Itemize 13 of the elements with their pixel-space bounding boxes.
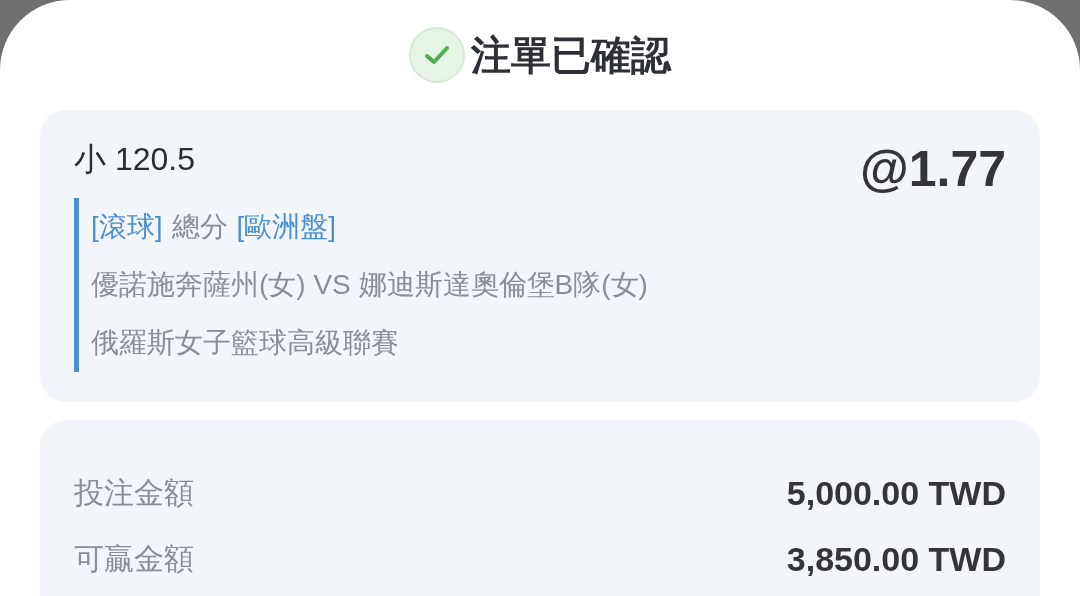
market-name: 總分 [171,210,228,244]
summary-label: 可贏金額 [74,540,194,577]
match-name: 優諾施奔薩州(女) VS 娜迪斯達奧倫堡B隊(女) [91,268,649,302]
summary-label: 投注金額 [74,474,194,511]
bet-odds: @1.77 [859,144,1006,194]
league-name: 俄羅斯女子籃球高級聯賽 [91,326,400,360]
check-icon [409,27,465,83]
market-tag: [滾球] [91,198,163,256]
market-tag: [歐洲盤] [236,198,337,256]
summary-value: 3,850.00 TWD [786,539,1006,579]
sheet-title: 注單已確認 [471,31,671,79]
bet-selection: 小 120.5 [74,140,195,179]
summary-value: 5,000.00 TWD [786,473,1006,513]
